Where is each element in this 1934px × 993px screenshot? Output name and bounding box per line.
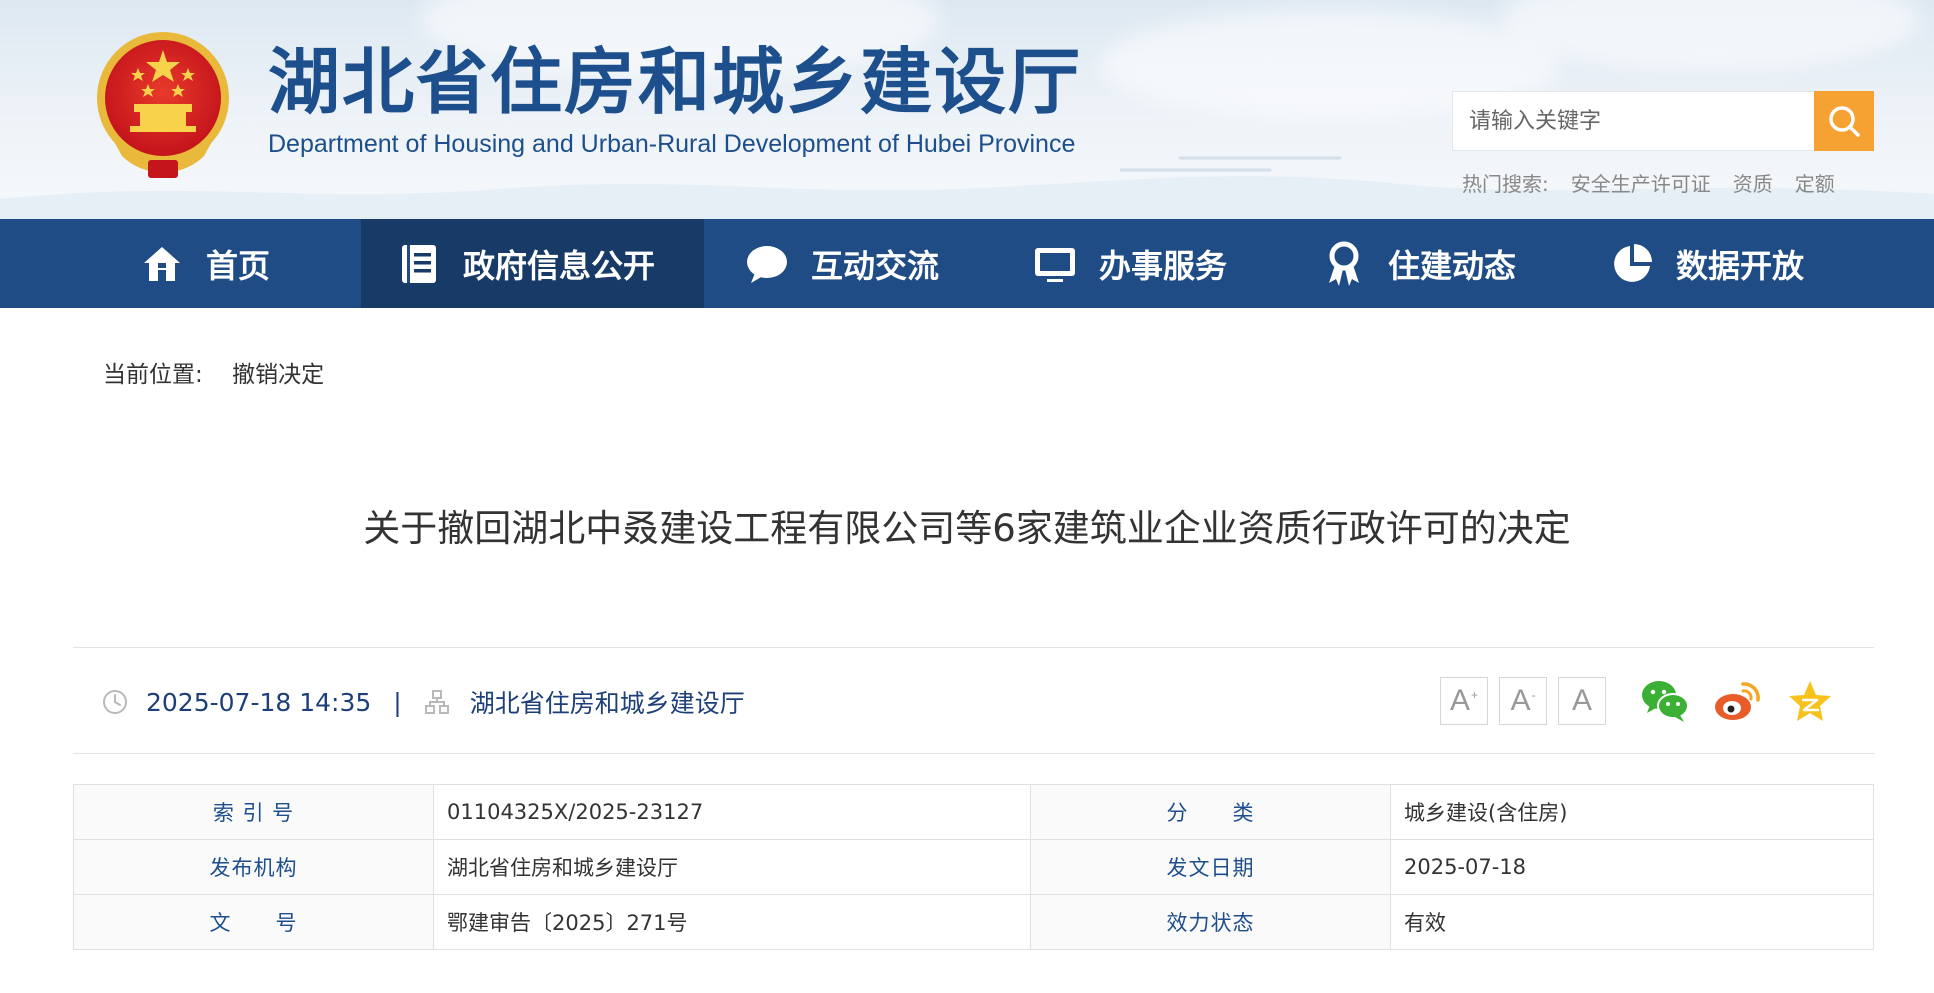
- index-no-value: 01104325X/2025-23127: [433, 784, 1031, 840]
- plus-sign: +: [1471, 688, 1479, 702]
- doc-no-label: 文 号: [73, 894, 434, 950]
- home-icon: [140, 242, 184, 286]
- nav-item-label: 互动交流: [811, 246, 940, 285]
- nav-item-interaction[interactable]: 互动交流: [745, 219, 995, 308]
- wechat-icon[interactable]: [1640, 678, 1690, 724]
- status-label: 效力状态: [1030, 894, 1391, 950]
- site-subtitle: Department of Housing and Urban-Rural De…: [268, 130, 1076, 158]
- issuer-label: 发布机构: [73, 839, 434, 895]
- status-value: 有效: [1390, 894, 1874, 950]
- publish-datetime: 2025-07-18 14:35: [146, 687, 372, 717]
- font-increase-button[interactable]: A +: [1440, 677, 1488, 725]
- nav-item-label: 首页: [206, 246, 271, 285]
- category-label: 分 类: [1030, 784, 1391, 840]
- table-row: 文 号 鄂建审告〔2025〕271号 效力状态 有效: [73, 894, 1874, 950]
- nav-item-label: 住建动态: [1388, 246, 1517, 285]
- header-cloud-line: [1120, 156, 1342, 172]
- hot-search-link[interactable]: 定额: [1795, 168, 1835, 197]
- hot-search-label: 热门搜索:: [1462, 172, 1549, 196]
- search-icon: [1829, 106, 1860, 137]
- breadcrumb-label: 当前位置:: [103, 362, 203, 388]
- nav-item-housing-news[interactable]: 住建动态: [1322, 219, 1572, 308]
- monitor-icon: [1033, 242, 1077, 286]
- nav-item-home[interactable]: 首页: [140, 219, 360, 308]
- font-decrease-button[interactable]: A-: [1499, 677, 1547, 725]
- article-title: 关于撤回湖北中叒建设工程有限公司等6家建筑业企业资质行政许可的决定: [363, 507, 1571, 550]
- pie-chart-icon: [1610, 242, 1654, 286]
- search-input[interactable]: [1453, 92, 1814, 150]
- main-nav: 首页 政府信息公开 互动交流 办事服务 住建动态 数据开放: [0, 219, 1934, 308]
- nav-item-government-info[interactable]: 政府信息公开: [361, 219, 704, 308]
- header-cloud: [1500, 0, 1920, 70]
- font-decrease-label: A: [1510, 684, 1531, 717]
- font-reset-label: A: [1571, 684, 1592, 717]
- national-emblem-icon: [97, 32, 229, 178]
- nav-item-label: 政府信息公开: [463, 246, 656, 285]
- issue-date-label: 发文日期: [1030, 839, 1391, 895]
- index-no-label: 索 引 号: [73, 784, 434, 840]
- font-reset-button[interactable]: A: [1558, 677, 1606, 725]
- organization-icon: [424, 690, 449, 714]
- article-meta: 2025-07-18 14:35 | 湖北省住房和城乡建设厅: [102, 682, 745, 722]
- hot-search: 热门搜索: 安全生产许可证 资质 定额: [1462, 168, 1835, 197]
- issue-date-value: 2025-07-18: [1390, 839, 1874, 895]
- nav-item-open-data[interactable]: 数据开放: [1610, 219, 1860, 308]
- divider: [73, 647, 1874, 648]
- qzone-icon[interactable]: [1785, 678, 1835, 724]
- site-header: 湖北省住房和城乡建设厅 Department of Housing and Ur…: [0, 0, 1934, 219]
- category-value: 城乡建设(含住房): [1390, 784, 1874, 840]
- doc-no-value: 鄂建审告〔2025〕271号: [433, 894, 1031, 950]
- nav-item-label: 办事服务: [1099, 246, 1228, 285]
- font-increase-label: A: [1449, 684, 1470, 717]
- hot-search-link[interactable]: 安全生产许可证: [1571, 168, 1711, 197]
- nav-item-services[interactable]: 办事服务: [1033, 219, 1283, 308]
- divider: [73, 753, 1874, 754]
- publisher-name: 湖北省住房和城乡建设厅: [469, 689, 745, 718]
- weibo-icon[interactable]: [1713, 678, 1763, 724]
- nav-item-label: 数据开放: [1676, 246, 1805, 285]
- clock-icon: [103, 690, 127, 714]
- hot-search-link[interactable]: 资质: [1733, 168, 1773, 197]
- award-ribbon-icon: [1322, 241, 1366, 286]
- minus-sign: -: [1531, 688, 1536, 702]
- breadcrumb-current[interactable]: 撤销决定: [232, 362, 324, 388]
- table-row: 发布机构 湖北省住房和城乡建设厅 发文日期 2025-07-18: [73, 839, 1874, 895]
- issuer-value: 湖北省住房和城乡建设厅: [433, 839, 1031, 895]
- table-row: 索 引 号 01104325X/2025-23127 分 类 城乡建设(含住房): [73, 784, 1874, 840]
- meta-separator: |: [393, 687, 402, 717]
- search-box: [1452, 91, 1814, 151]
- breadcrumb: 当前位置: 撤销决定: [103, 355, 324, 389]
- document-list-icon: [397, 242, 441, 286]
- site-title: 湖北省住房和城乡建设厅: [268, 39, 1083, 124]
- search-button[interactable]: [1814, 91, 1874, 151]
- chat-bubble-icon: [745, 242, 789, 286]
- document-info-table: 索 引 号 01104325X/2025-23127 分 类 城乡建设(含住房)…: [73, 784, 1874, 950]
